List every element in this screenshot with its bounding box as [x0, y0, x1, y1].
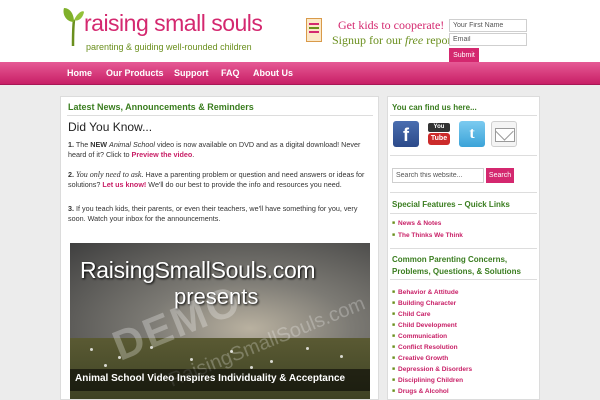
news-item-2: 2. You only need to ask. Have a parentin…: [68, 170, 373, 190]
sidebar: You can find us here... f You Tube t Sea…: [387, 96, 540, 400]
sidebar-divider: [390, 155, 537, 156]
submit-button[interactable]: Submit: [449, 48, 479, 63]
site-logo[interactable]: raising small souls parenting & guiding …: [62, 6, 263, 58]
news-heading: Latest News, Announcements & Reminders: [68, 102, 254, 112]
email-icon[interactable]: [491, 121, 517, 147]
nav-item-faq[interactable]: FAQ: [221, 68, 240, 78]
heading-divider: [67, 115, 373, 116]
sidebar-divider: [390, 213, 537, 214]
video-caption[interactable]: Animal School Video Inspires Individuali…: [75, 373, 345, 384]
sidebar-divider: [390, 248, 537, 249]
concern-disciplining-children[interactable]: Disciplining Children: [392, 377, 463, 384]
first-name-field[interactable]: [449, 19, 527, 32]
main-content: Latest News, Announcements & Reminders D…: [60, 96, 379, 400]
animal-school-title: Animal School: [109, 140, 155, 149]
flower: [270, 360, 273, 363]
concern-child-development[interactable]: Child Development: [392, 322, 457, 329]
concern-drugs-alcohol[interactable]: Drugs & Alcohol: [392, 388, 449, 395]
signup-form: Submit: [449, 19, 527, 63]
special-features-heading: Special Features – Quick Links: [392, 200, 510, 209]
sidebar-divider: [390, 192, 537, 193]
youtube-tube: Tube: [428, 133, 450, 145]
logo-tagline: parenting & guiding well-rounded childre…: [86, 42, 252, 52]
site-header: raising small souls parenting & guiding …: [0, 0, 600, 63]
concern-depression-disorders[interactable]: Depression & Disorders: [392, 366, 472, 373]
did-you-know-title: Did You Know...: [68, 120, 153, 134]
sidebar-divider: [390, 279, 537, 280]
link-thinks-we-think[interactable]: The Thinks We Think: [392, 232, 463, 239]
youtube-you: You: [428, 123, 450, 132]
concern-building-character[interactable]: Building Character: [392, 300, 456, 307]
concerns-heading-1: Common Parenting Concerns,: [392, 255, 508, 264]
item-text: If you teach kids, their parents, or eve…: [68, 204, 358, 223]
item-text: We'll do our best to provide the info an…: [146, 180, 342, 189]
promo-headline: Get kids to cooperate!: [338, 18, 445, 32]
news-item-1: 1. The NEW Animal School video is now av…: [68, 140, 373, 160]
promo-free-word: free: [405, 33, 424, 47]
logo-title: raising small souls: [84, 10, 263, 36]
concern-behavior-attitude[interactable]: Behavior & Attitude: [392, 289, 458, 296]
item-text: The: [74, 140, 91, 149]
sprout-icon: [63, 8, 84, 46]
preview-video-link[interactable]: Preview the video: [132, 150, 193, 159]
flower: [104, 364, 107, 367]
sidebar-divider: [390, 115, 537, 116]
search-input[interactable]: [392, 168, 484, 183]
video-title: RaisingSmallSouls.com: [80, 257, 316, 283]
nav-item-home[interactable]: Home: [67, 68, 92, 78]
concern-communication[interactable]: Communication: [392, 333, 447, 340]
promo-subline-start: Signup for our: [332, 33, 405, 47]
flower: [340, 355, 343, 358]
concern-conflict-resolution[interactable]: Conflict Resolution: [392, 344, 458, 351]
video-player[interactable]: RaisingSmallSouls.com presents DEMO Rais…: [70, 243, 370, 399]
facebook-icon[interactable]: f: [393, 121, 419, 147]
nav-item-support[interactable]: Support: [174, 68, 209, 78]
item-text: .: [192, 150, 195, 159]
item-number: 2.: [68, 170, 74, 179]
twitter-icon[interactable]: t: [459, 121, 485, 147]
ask-phrase: You only need to ask.: [76, 170, 144, 179]
main-nav: Home Our Products Support FAQ About Us: [0, 62, 600, 85]
flower: [90, 348, 93, 351]
new-label: NEW: [90, 140, 108, 149]
concerns-heading-2: Problems, Questions, & Solutions: [392, 267, 521, 276]
report-book-icon: [306, 18, 322, 42]
email-field[interactable]: [449, 33, 527, 46]
link-news-notes[interactable]: News & Notes: [392, 220, 441, 227]
concern-child-care[interactable]: Child Care: [392, 311, 431, 318]
report-promo[interactable]: Get kids to cooperate! Signup for our fr…: [306, 16, 458, 48]
youtube-icon[interactable]: You Tube: [426, 121, 452, 147]
flower: [306, 347, 309, 350]
promo-subline: Signup for our free report.: [332, 33, 458, 48]
concern-creative-growth[interactable]: Creative Growth: [392, 355, 448, 362]
nav-item-about-us[interactable]: About Us: [253, 68, 293, 78]
news-item-3: 3. If you teach kids, their parents, or …: [68, 204, 373, 224]
let-us-know-link[interactable]: Let us know!: [102, 180, 146, 189]
find-us-heading: You can find us here...: [392, 103, 477, 112]
nav-item-our-products[interactable]: Our Products: [106, 68, 164, 78]
search-button[interactable]: Search: [486, 168, 514, 183]
